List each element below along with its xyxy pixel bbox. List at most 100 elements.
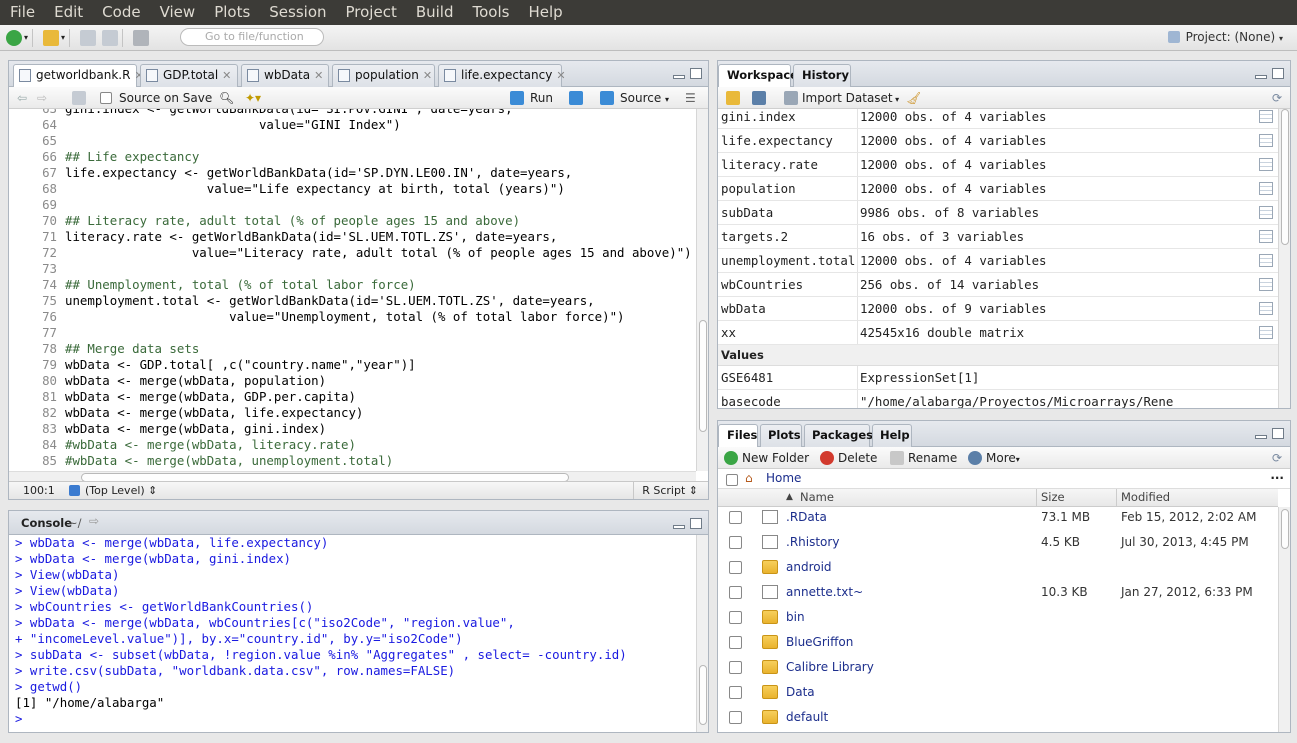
editor-vertical-scrollbar[interactable] [696, 109, 708, 471]
open-dropdown-icon[interactable]: ▾ [61, 33, 65, 42]
rename-button[interactable]: Rename [890, 450, 957, 466]
source-on-save-checkbox[interactable] [100, 92, 112, 104]
forward-arrow-icon[interactable]: ⇨ [37, 90, 47, 106]
tab-help[interactable]: Help [872, 424, 912, 447]
column-modified[interactable]: Modified [1116, 489, 1170, 506]
scope-selector[interactable]: (Top Level) ⇕ [85, 482, 157, 499]
workspace-row[interactable]: unemployment.total 12000 obs. of 4 variab… [718, 249, 1278, 273]
file-checkbox[interactable] [729, 711, 742, 724]
code-line[interactable]: 76 value="Unemployment, total (% of tota… [9, 309, 697, 325]
import-dataset-button[interactable]: Import Dataset ▾ [784, 90, 899, 108]
file-row[interactable]: .Rhistory 4.5 KB Jul 30, 2013, 4:45 PM [718, 530, 1278, 555]
select-all-checkbox[interactable] [726, 474, 738, 486]
wand-icon[interactable]: ✦▾ [245, 90, 261, 106]
file-row[interactable]: .RData 73.1 MB Feb 15, 2012, 2:02 AM [718, 507, 1278, 530]
source-button[interactable]: Source ▾ [620, 90, 669, 108]
new-file-icon[interactable] [6, 29, 22, 46]
workspace-row[interactable]: GSE6481 ExpressionSet[1] [718, 366, 1278, 390]
tab-files[interactable]: Files [718, 424, 758, 448]
maximize-icon[interactable] [690, 68, 702, 79]
tab-history[interactable]: History [793, 64, 851, 87]
file-row[interactable]: android [718, 555, 1278, 580]
file-checkbox[interactable] [729, 686, 742, 699]
file-row[interactable]: bin [718, 605, 1278, 630]
code-line[interactable]: 82 wbData <- merge(wbData, life.expectanc… [9, 405, 697, 421]
file-name-link[interactable]: android [786, 555, 832, 580]
code-line[interactable]: 75 unemployment.total <- getWorldBankData… [9, 293, 697, 309]
view-data-icon[interactable] [1259, 278, 1273, 291]
workspace-row[interactable]: wbData 12000 obs. of 9 variables [718, 297, 1278, 321]
code-line[interactable]: 65 [9, 133, 697, 149]
maximize-icon[interactable] [1272, 68, 1284, 79]
code-line[interactable]: 71 literacy.rate <- getWorldBankData(id='… [9, 229, 697, 245]
tab-getworldbank[interactable]: getworldbank.R✕ [13, 64, 144, 88]
code-line[interactable]: 84 #wbData <- merge(wbData, literacy.rate… [9, 437, 697, 453]
menu-view[interactable]: View [150, 0, 205, 25]
file-checkbox[interactable] [729, 561, 742, 574]
file-checkbox[interactable] [729, 661, 742, 674]
code-line[interactable]: 72 value="Literacy rate, adult total (% … [9, 245, 697, 261]
menu-build[interactable]: Build [406, 0, 463, 25]
close-icon[interactable]: ✕ [556, 69, 565, 82]
column-size[interactable]: Size [1036, 489, 1065, 506]
file-row[interactable]: annette.txt~ 10.3 KB Jan 27, 2012, 6:33 PM [718, 580, 1278, 605]
new-file-dropdown-icon[interactable]: ▾ [24, 33, 28, 42]
file-row[interactable]: Data [718, 680, 1278, 705]
scrollbar-thumb[interactable] [1281, 109, 1289, 245]
tab-plots[interactable]: Plots [760, 424, 802, 447]
tab-life-expectancy[interactable]: life.expectancy ✕ [438, 64, 566, 87]
file-row[interactable]: Calibre Library [718, 655, 1278, 680]
tab-gdp-total[interactable]: GDP.total ✕ [140, 64, 238, 87]
code-line[interactable]: 83 wbData <- merge(wbData, gini.index) [9, 421, 697, 437]
view-data-icon[interactable] [1259, 134, 1273, 147]
file-checkbox[interactable] [729, 536, 742, 549]
code-line[interactable]: 78 ## Merge data sets [9, 341, 697, 357]
code-line[interactable]: 81 wbData <- merge(wbData, GDP.per.capita… [9, 389, 697, 405]
tab-packages[interactable]: Packages [804, 424, 873, 447]
file-name-link[interactable]: bin [786, 605, 805, 630]
workspace-scrollbar[interactable] [1278, 109, 1290, 408]
view-data-icon[interactable] [1259, 230, 1273, 243]
new-folder-button[interactable]: New Folder [724, 450, 809, 466]
file-name-link[interactable]: Calibre Library [786, 655, 874, 680]
more-button[interactable]: More▾ [968, 450, 1020, 468]
menu-edit[interactable]: Edit [44, 0, 92, 25]
file-type-selector[interactable]: R Script ⇕ [633, 482, 698, 499]
code-line[interactable]: 80 wbData <- merge(wbData, population) [9, 373, 697, 389]
code-line[interactable]: 69 [9, 197, 697, 213]
file-checkbox[interactable] [729, 511, 742, 524]
search-icon[interactable]: 🔍︎ [219, 90, 234, 106]
file-row[interactable]: BlueGriffon [718, 630, 1278, 655]
code-line[interactable]: 74 ## Unemployment, total (% of total lab… [9, 277, 697, 293]
clear-workspace-icon[interactable]: 🧹︎ [906, 90, 921, 106]
refresh-icon[interactable]: ⟳ [1272, 90, 1282, 106]
outline-icon[interactable]: ☰ [685, 90, 696, 106]
column-name[interactable]: Name [800, 489, 834, 506]
code-line[interactable]: 77 [9, 325, 697, 341]
project-menu[interactable]: Project: (None) ▾ [1167, 30, 1283, 44]
view-data-icon[interactable] [1259, 326, 1273, 339]
save-workspace-icon[interactable] [752, 91, 766, 105]
delete-button[interactable]: Delete [820, 450, 877, 466]
file-name-link[interactable]: Data [786, 680, 815, 705]
save-icon[interactable] [80, 29, 97, 46]
workspace-row[interactable]: xx 42545x16 double matrix [718, 321, 1278, 345]
minimize-icon[interactable] [1255, 75, 1267, 79]
close-icon[interactable]: ✕ [423, 69, 432, 82]
code-line[interactable]: 68 value="Life expectancy at birth, tota… [9, 181, 697, 197]
goto-dir-icon[interactable]: ⇨ [89, 514, 99, 528]
code-line[interactable]: 63 gini.index <- getWorldBankData(id='SI.… [9, 109, 697, 117]
file-row[interactable]: default [718, 705, 1278, 730]
workspace-row[interactable]: life.expectancy 12000 obs. of 4 variables [718, 129, 1278, 153]
menu-help[interactable]: Help [518, 0, 571, 25]
maximize-icon[interactable] [690, 518, 702, 529]
code-line[interactable]: 64 value="GINI Index") [9, 117, 697, 133]
minimize-icon[interactable] [673, 75, 685, 79]
menu-plots[interactable]: Plots [204, 0, 259, 25]
code-line[interactable]: 66 ## Life expectancy [9, 149, 697, 165]
menu-project[interactable]: Project [336, 0, 406, 25]
file-name-link[interactable]: default [786, 705, 828, 730]
save-icon[interactable] [72, 91, 86, 105]
tab-wbdata[interactable]: wbData ✕ [241, 64, 329, 87]
scrollbar-thumb[interactable] [699, 320, 707, 432]
